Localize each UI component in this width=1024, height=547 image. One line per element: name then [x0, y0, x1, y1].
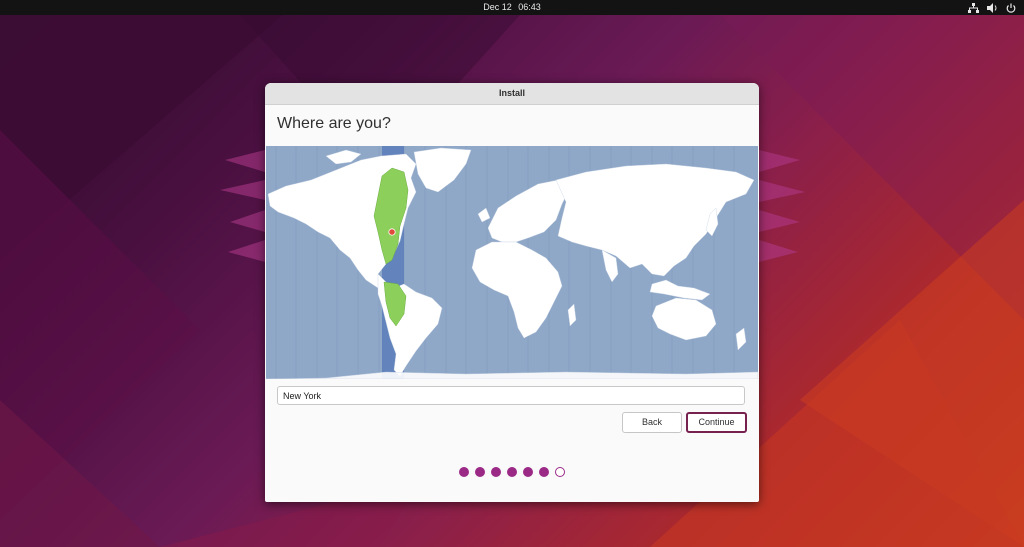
progress-dot-complete: [523, 467, 533, 477]
network-icon[interactable]: [968, 2, 979, 13]
progress-dot-complete: [491, 467, 501, 477]
window-titlebar[interactable]: Install: [265, 83, 759, 105]
continue-button[interactable]: Continue: [686, 412, 747, 433]
back-button[interactable]: Back: [622, 412, 682, 433]
clock-date: Dec 12: [483, 2, 512, 12]
installer-window: Install Where are you? New York Back Con…: [265, 83, 759, 502]
progress-dot-complete: [475, 467, 485, 477]
progress-dot-complete: [539, 467, 549, 477]
timezone-map[interactable]: [266, 146, 758, 379]
top-bar: Dec 12 06:43: [0, 0, 1024, 15]
clock-time: 06:43: [518, 2, 541, 12]
location-marker: [388, 228, 396, 236]
progress-dot-complete: [507, 467, 517, 477]
power-icon[interactable]: [1006, 3, 1016, 13]
page-title: Where are you?: [277, 115, 391, 132]
progress-dots: [265, 467, 759, 477]
volume-icon[interactable]: [987, 2, 998, 13]
world-map[interactable]: [266, 146, 758, 379]
progress-dot-complete: [459, 467, 469, 477]
progress-dot-current: [555, 467, 565, 477]
system-tray[interactable]: [968, 1, 1016, 14]
location-input[interactable]: [277, 386, 745, 405]
clock[interactable]: Dec 12 06:43: [0, 2, 1024, 12]
